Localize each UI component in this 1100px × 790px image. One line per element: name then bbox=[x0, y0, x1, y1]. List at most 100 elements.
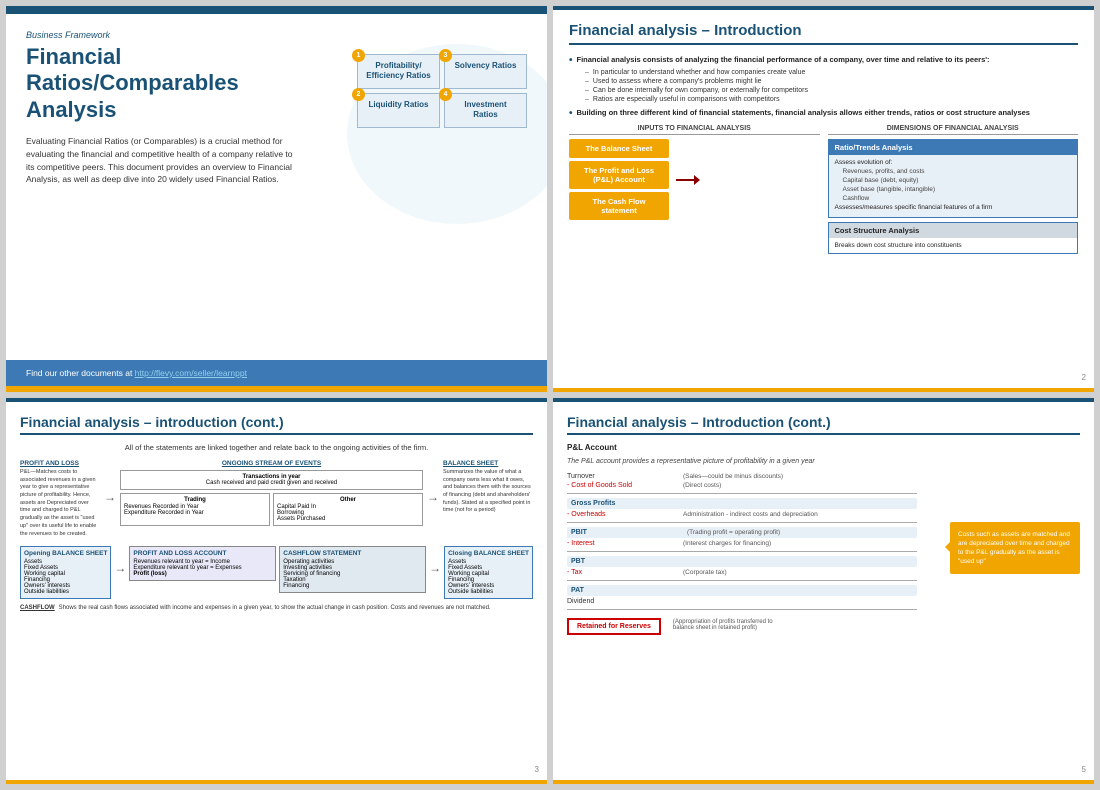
callout-box: Costs such as assets are matched and are… bbox=[950, 522, 1080, 574]
ratio-item-4: Cashflow bbox=[843, 195, 1072, 202]
slide4-page-num: 5 bbox=[1082, 765, 1086, 774]
trading-label: Trading bbox=[124, 497, 266, 503]
opening-item-5: Outside liabilities bbox=[24, 589, 107, 595]
transactions-desc: Cash received and paid credit given and … bbox=[124, 480, 419, 486]
ratio-num-1: 1 bbox=[352, 49, 365, 62]
slide2-bullet-2: Building on three different kind of fina… bbox=[569, 108, 1078, 119]
pl-row-overheads: - Overheads Administration - indirect co… bbox=[567, 511, 917, 518]
pl-row-interest: - Interest (Interest charges for financi… bbox=[567, 540, 917, 547]
other-box: Other Capital Paid In Borrowing Assets P… bbox=[273, 493, 423, 526]
pl-table: Turnover (Sales—could be minus discounts… bbox=[567, 473, 917, 635]
pl-row-turnover: Turnover (Sales—could be minus discounts… bbox=[567, 473, 917, 480]
ratio-trends-box: Ratio/Trends Analysis Assess evolution o… bbox=[828, 139, 1079, 218]
slide4-pl-label: P&L Account bbox=[567, 443, 1080, 452]
input-box-pl: The Profit and Loss (P&L) Account bbox=[569, 161, 669, 189]
trading-box: Trading Revenues Recorded in Year Expend… bbox=[120, 493, 270, 526]
slide1-footer: Find our other documents at http://flevy… bbox=[6, 360, 547, 386]
pl-desc-interest: (Interest charges for financing) bbox=[683, 540, 771, 547]
cost-item: Breaks down cost structure into constitu… bbox=[835, 242, 1072, 249]
retained-box: Retained for Reserves bbox=[567, 618, 661, 635]
ongoing-label: ONGOING STREAM OF EVENTS bbox=[120, 460, 423, 467]
pl-desc: P&L—Matches costs to associated revenues… bbox=[20, 469, 100, 538]
slide1-top-bar bbox=[6, 6, 547, 14]
pl-account-box: PROFIT AND LOSS ACCOUNT Revenues relevan… bbox=[129, 546, 276, 581]
ratio-trends-header: Ratio/Trends Analysis bbox=[829, 140, 1078, 155]
arrow-3: → bbox=[114, 561, 126, 575]
pl-item-gross: Gross Profits bbox=[571, 500, 681, 507]
slide1-description: Evaluating Financial Ratios (or Comparab… bbox=[26, 135, 296, 186]
slide4-title: Financial analysis – Introduction (cont.… bbox=[567, 414, 1080, 435]
cf-note-text: Shows the real cash flows associated wit… bbox=[59, 605, 491, 611]
other-label: Other bbox=[277, 497, 419, 503]
bottom-flow-row: Opening BALANCE SHEET Assets Fixed Asset… bbox=[20, 546, 533, 599]
ratio-item-0: Assess evolution of: bbox=[835, 159, 1072, 166]
pl-item-cogs: - Cost of Goods Sold bbox=[567, 482, 677, 489]
inputs-label: INPUTS TO FINANCIAL ANALYSIS bbox=[569, 125, 820, 135]
cf-item-4: Financing bbox=[283, 583, 422, 589]
cashflow-note-section: CASHFLOW Shows the real cash flows assoc… bbox=[20, 605, 533, 611]
ratio-box-2: 3 Solvency Ratios bbox=[444, 54, 527, 89]
inputs-flow: The Balance Sheet The Profit and Loss (P… bbox=[569, 139, 820, 220]
pl-row-pbit: PBIT (Trading profit = operating profit) bbox=[567, 527, 917, 538]
slide3-title: Financial analysis – introduction (cont.… bbox=[20, 414, 533, 435]
pl-desc-turnover: (Sales—could be minus discounts) bbox=[683, 473, 783, 480]
pl-desc-tax: (Corporate tax) bbox=[683, 569, 727, 576]
ratio-box-1: 1 Profitability/ Efficiency Ratios bbox=[357, 54, 440, 89]
slide1-bottom-bar bbox=[6, 386, 547, 392]
pl-item-turnover: Turnover bbox=[567, 473, 677, 480]
input-box-balance: The Balance Sheet bbox=[569, 139, 669, 158]
ratio-item-3: Asset base (tangible, intangible) bbox=[843, 186, 1072, 193]
closing-label: Closing BALANCE SHEET bbox=[448, 550, 529, 557]
slide2-title: Financial analysis – Introduction bbox=[569, 22, 1078, 45]
slide1-title: Financial Ratios/Comparables Analysis bbox=[26, 44, 306, 123]
slide1-ratio-boxes: 1 Profitability/ Efficiency Ratios 3 Sol… bbox=[357, 54, 527, 128]
cost-structure-box: Cost Structure Analysis Breaks down cost… bbox=[828, 222, 1079, 254]
trading-item-1: Expenditure Recorded in Year bbox=[124, 510, 266, 516]
opening-label: Opening BALANCE SHEET bbox=[24, 550, 107, 557]
inputs-column: INPUTS TO FINANCIAL ANALYSIS The Balance… bbox=[569, 125, 820, 254]
inputs-dims-grid: INPUTS TO FINANCIAL ANALYSIS The Balance… bbox=[569, 125, 1078, 254]
arrow-1: → bbox=[104, 490, 116, 504]
slide4-bottom-bar bbox=[553, 780, 1094, 784]
cashflow-label: CASHFLOW STATEMENT bbox=[283, 550, 422, 557]
slide2-content: Financial analysis – Introduction Financ… bbox=[553, 10, 1094, 388]
cost-structure-header: Cost Structure Analysis bbox=[829, 223, 1078, 238]
cashflow-box: CASHFLOW STATEMENT Operating activities … bbox=[279, 546, 426, 593]
slide-4: Financial analysis – Introduction (cont.… bbox=[553, 398, 1094, 784]
pl-row-pbt: PBT bbox=[567, 556, 917, 567]
ratio-num-2: 3 bbox=[439, 49, 452, 62]
ratio-num-3: 2 bbox=[352, 88, 365, 101]
slide3-page-num: 3 bbox=[535, 765, 539, 774]
slide2-sub-bullets-1: In particular to understand whether and … bbox=[585, 69, 1078, 103]
pl-item-pbt: PBT bbox=[571, 558, 681, 565]
pl-row-cogs: - Cost of Goods Sold (Direct costs) bbox=[567, 482, 917, 489]
pl-row-gross: Gross Profits bbox=[567, 498, 917, 509]
closing-item-5: Outside liabilities bbox=[448, 589, 529, 595]
pl-item-tax: - Tax bbox=[567, 569, 677, 576]
ratio-item-5: Assesses/measures specific financial fea… bbox=[835, 204, 1072, 211]
arrow-4: → bbox=[429, 561, 441, 575]
slide1-content: Business Framework Financial Ratios/Comp… bbox=[6, 14, 547, 360]
dims-label: DIMENSIONS OF FINANCIAL ANALYSIS bbox=[828, 125, 1079, 135]
pl-item-pbit: PBIT bbox=[571, 529, 681, 536]
cost-structure-content: Breaks down cost structure into constitu… bbox=[829, 238, 1078, 253]
slide-1: Business Framework Financial Ratios/Comp… bbox=[6, 6, 547, 392]
slide-3: Financial analysis – introduction (cont.… bbox=[6, 398, 547, 784]
slide2-sub-1: In particular to understand whether and … bbox=[585, 69, 1078, 76]
pl-acc-item-2: Profit (loss) bbox=[133, 571, 272, 577]
pl-item-pat: PAT bbox=[571, 587, 681, 594]
pl-row-tax: - Tax (Corporate tax) bbox=[567, 569, 917, 576]
pl-row-dividend: Dividend bbox=[567, 598, 917, 605]
pl-account-label: PROFIT AND LOSS ACCOUNT bbox=[133, 550, 272, 557]
ratio-box-4: 4 Investment Ratios bbox=[444, 93, 527, 128]
pl-row-pat: PAT bbox=[567, 585, 917, 596]
slide1-footer-link[interactable]: http://flevy.com/seller/learnppt bbox=[135, 368, 247, 378]
ratio-num-4: 4 bbox=[439, 88, 452, 101]
balance-desc: Summarizes the value of what a company o… bbox=[443, 469, 533, 515]
pl-desc-cogs: (Direct costs) bbox=[683, 482, 721, 489]
slide2-bottom-bar bbox=[553, 388, 1094, 392]
trading-other-grid: Trading Revenues Recorded in Year Expend… bbox=[120, 493, 423, 526]
slide3-content: Financial analysis – introduction (cont.… bbox=[6, 402, 547, 780]
slide2-page-num: 2 bbox=[1082, 373, 1086, 382]
slide1-footer-text: Find our other documents at bbox=[26, 368, 135, 378]
